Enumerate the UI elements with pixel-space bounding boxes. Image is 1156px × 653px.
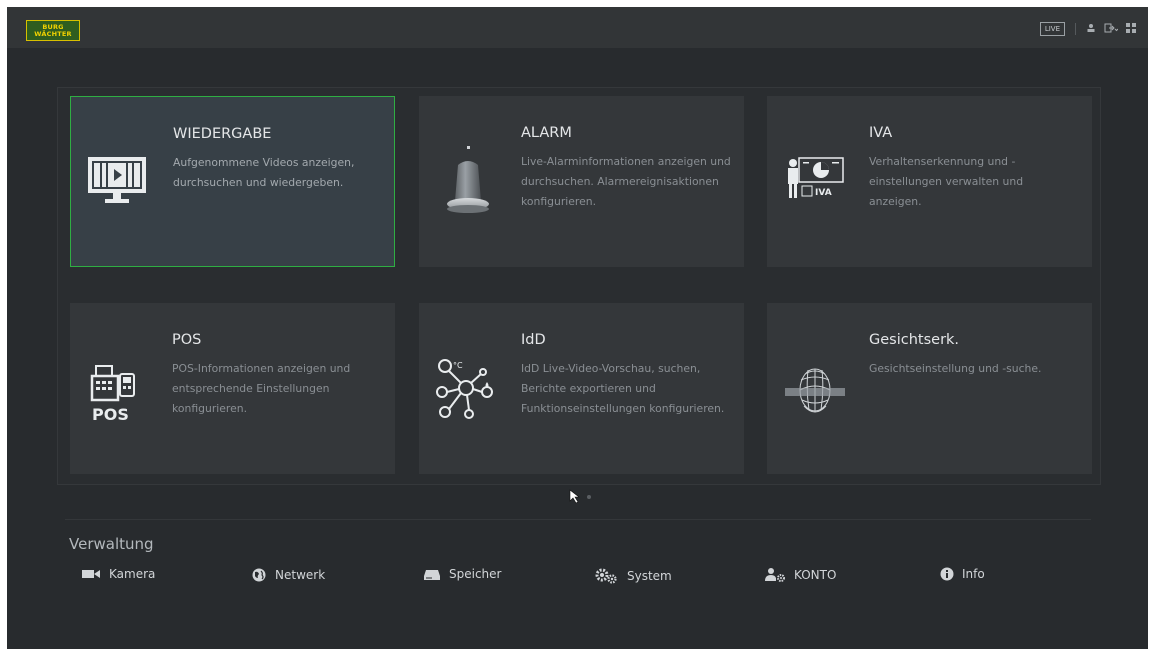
playback-monitor-icon: [83, 142, 153, 222]
card-title: WIEDERGABE: [173, 126, 272, 142]
user-icon[interactable]: [1086, 23, 1096, 36]
nav-info[interactable]: Info: [940, 567, 985, 581]
brand-logo: BURG WÄCHTER: [26, 20, 80, 41]
logout-icon[interactable]: [1104, 23, 1119, 36]
nav-konto[interactable]: KONTO: [764, 567, 836, 583]
grid-menu-icon[interactable]: [1126, 22, 1136, 36]
card-wiedergabe[interactable]: WIEDERGABE Aufgenommene Videos anzeigen,…: [70, 96, 395, 267]
nav-kamera[interactable]: Kamera: [81, 567, 155, 581]
management-heading: Verwaltung: [69, 535, 154, 553]
card-description: Live-Alarminformationen anzeigen und dur…: [521, 155, 731, 208]
card-gesichtserkennung[interactable]: Gesichtserk. Gesichtseinstellung und -su…: [767, 303, 1092, 474]
card-idd[interactable]: °C IdD IdD Live-Video-Vorschau, suchen, …: [419, 303, 744, 474]
mouse-cursor-icon: [569, 489, 583, 509]
nav-label: Speicher: [449, 567, 502, 581]
card-description: Verhaltenserkennung und -einstellungen v…: [869, 155, 1024, 208]
live-button[interactable]: LIVE: [1039, 22, 1065, 36]
nav-label: Netwerk: [275, 568, 326, 582]
card-description: Aufgenommene Videos anzeigen, durchsuche…: [173, 156, 355, 189]
iva-icon-label: IVA: [815, 188, 832, 198]
page-indicator-dot[interactable]: [587, 495, 591, 499]
top-bar: BURG WÄCHTER LIVE: [7, 7, 1148, 48]
logo-line2: WÄCHTER: [34, 29, 72, 38]
nav-label: Kamera: [109, 567, 156, 581]
card-description: IdD Live-Video-Vorschau, suchen, Bericht…: [521, 362, 725, 415]
iot-sensor-network-icon: °C: [431, 348, 501, 428]
card-description: Gesichtseinstellung und -suche.: [869, 362, 1042, 375]
svg-text:°C: °C: [453, 361, 463, 370]
card-iva[interactable]: IVA IVA Verhaltenserkennung und -einstel…: [767, 96, 1092, 267]
system-gears-icon: [593, 567, 619, 585]
card-title: IdD: [521, 332, 546, 348]
card-pos[interactable]: POS POS POS-Informationen anzeigen und e…: [70, 303, 395, 474]
card-title: IVA: [869, 125, 893, 141]
card-description: POS-Informationen anzeigen und entsprech…: [172, 362, 351, 415]
iva-analytics-icon: IVA: [779, 141, 849, 221]
card-title: Gesichtserk.: [869, 332, 960, 348]
nav-system[interactable]: System: [593, 567, 672, 585]
card-title: ALARM: [521, 125, 572, 141]
nav-label: System: [627, 569, 672, 583]
nav-label: KONTO: [794, 568, 837, 582]
divider: [1075, 23, 1076, 35]
card-title: POS: [172, 332, 202, 348]
app-window: BURG WÄCHTER LIVE WIEDERGABE Aufgenommen…: [7, 7, 1148, 649]
face-recognition-icon: [779, 348, 849, 428]
nav-speicher[interactable]: Speicher: [423, 567, 501, 581]
storage-drive-icon: [423, 567, 441, 581]
account-users-icon: [764, 567, 786, 583]
card-alarm[interactable]: ALARM Live-Alarminformationen anzeigen u…: [419, 96, 744, 267]
pos-icon-label: POS: [92, 405, 129, 424]
divider-line: [65, 519, 1091, 520]
nav-label: Info: [962, 567, 985, 581]
main-menu-panel: WIEDERGABE Aufgenommene Videos anzeigen,…: [57, 87, 1101, 485]
alarm-siren-icon: [431, 141, 501, 221]
top-right-controls: LIVE: [1039, 22, 1136, 36]
info-icon: [940, 567, 954, 581]
camera-icon: [81, 568, 101, 580]
nav-netwerk[interactable]: Netwerk: [251, 567, 325, 583]
network-globe-icon: [251, 567, 267, 583]
pos-register-icon: POS: [82, 348, 152, 428]
